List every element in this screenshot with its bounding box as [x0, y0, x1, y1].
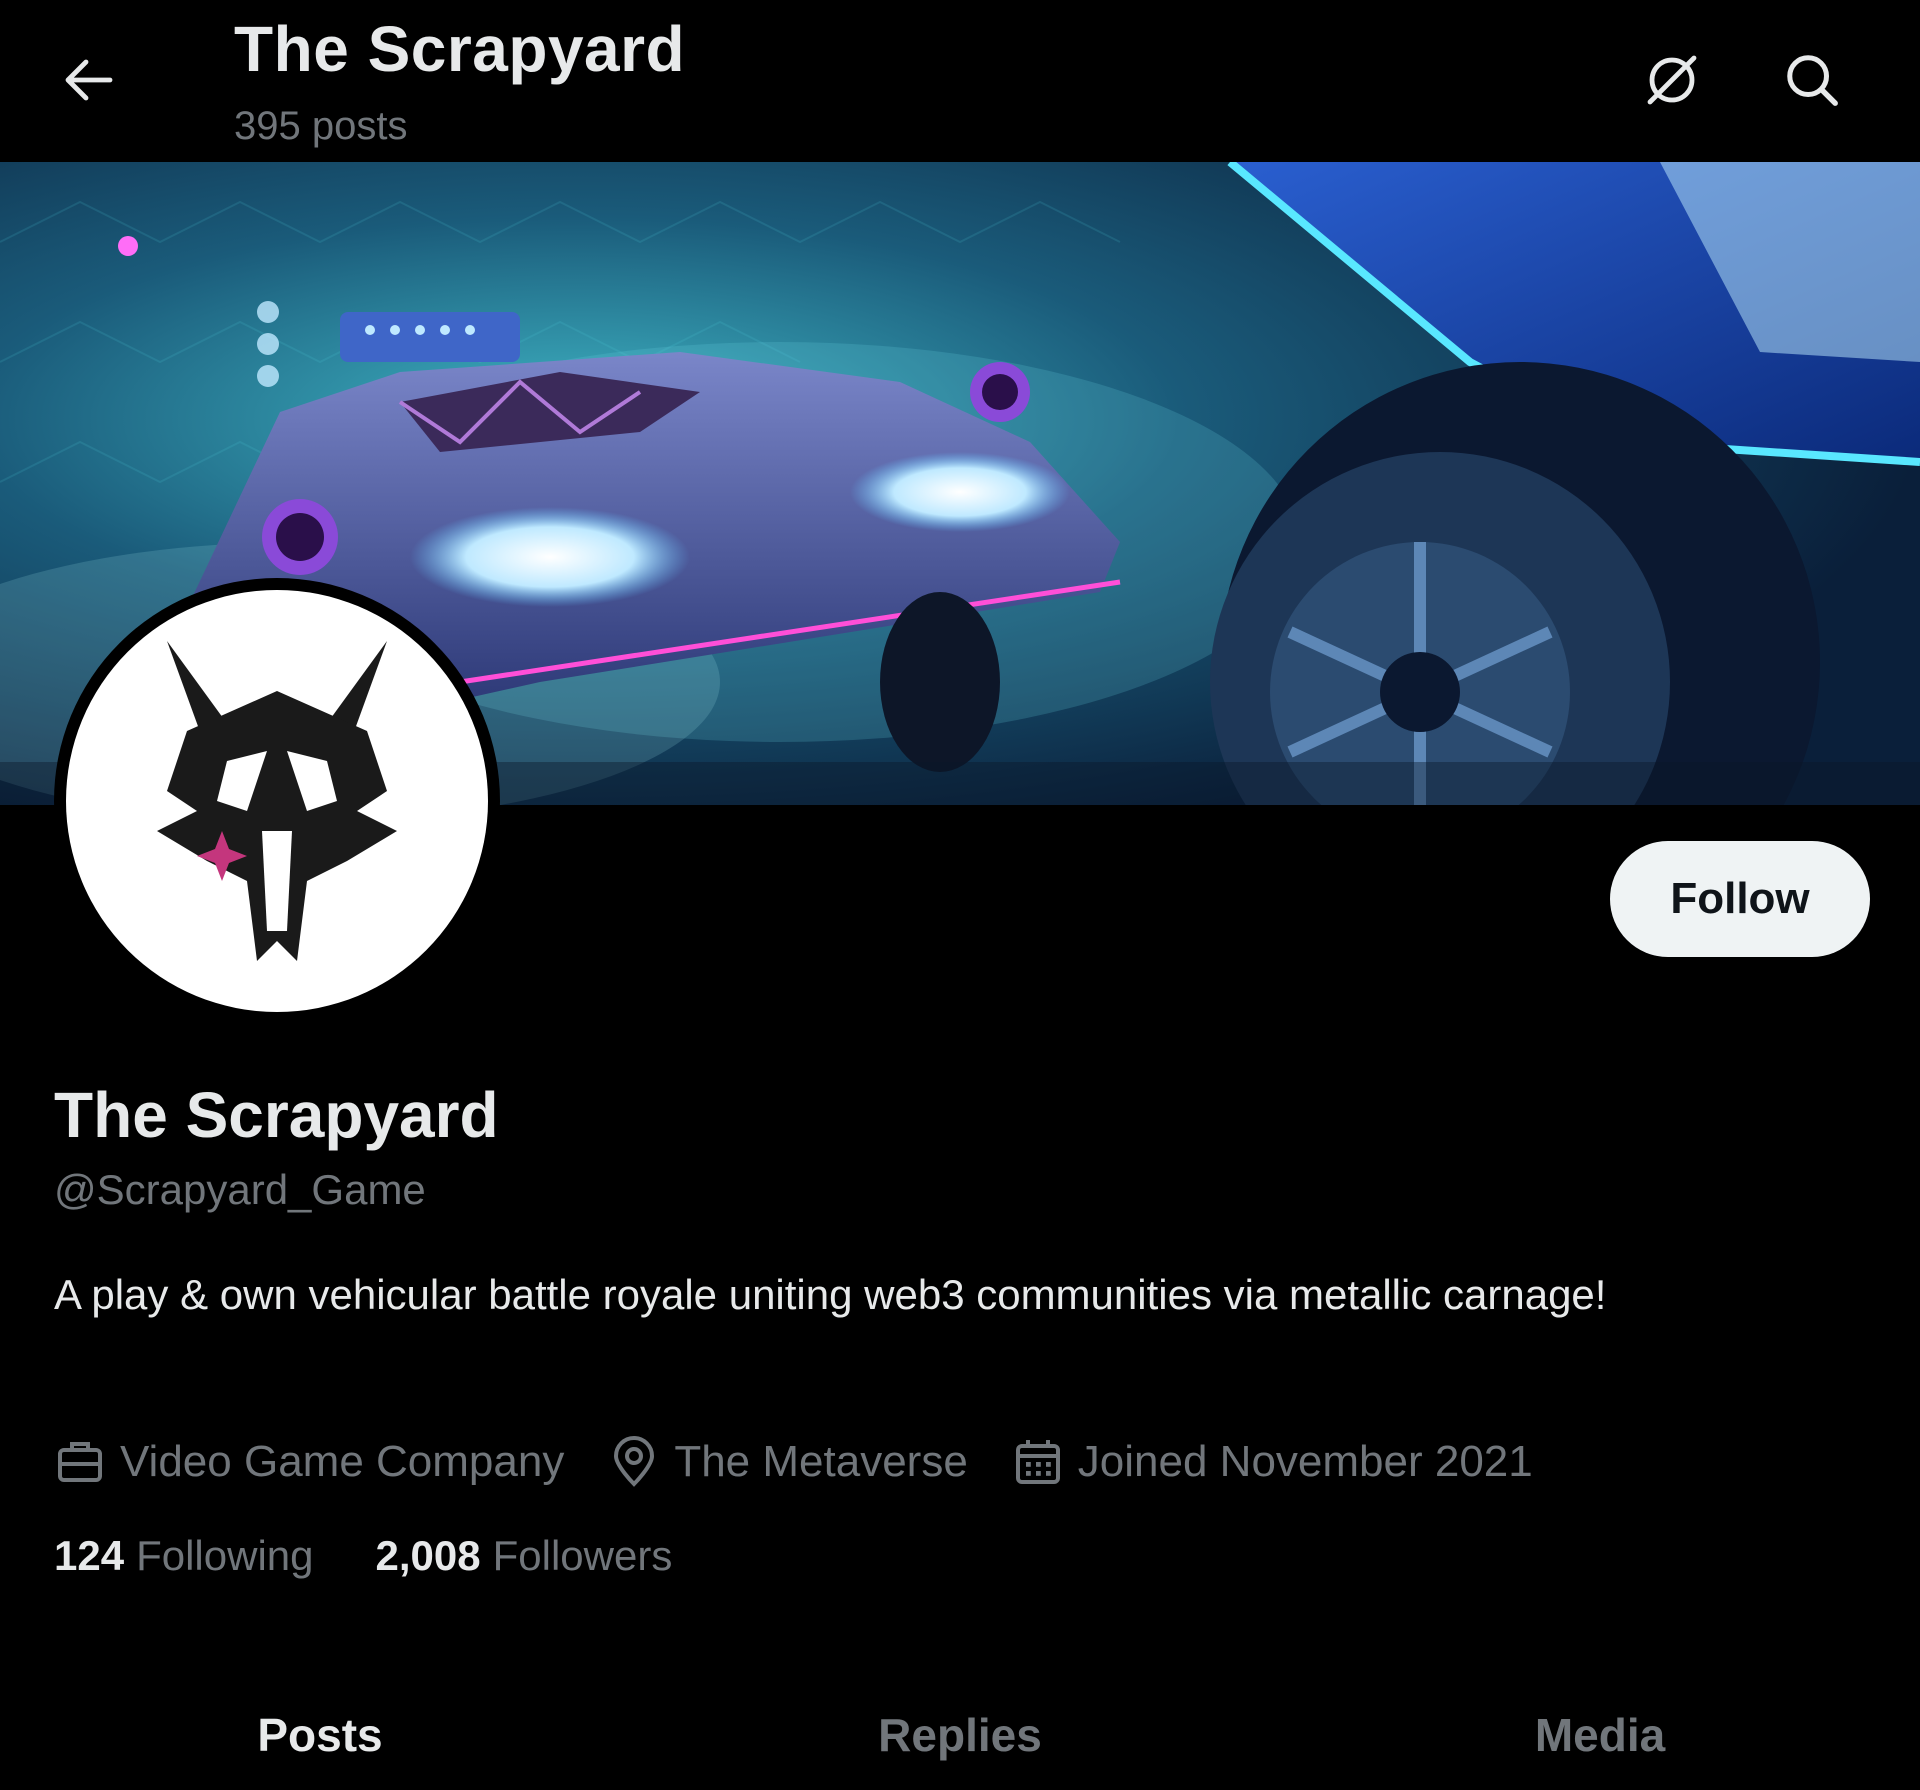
grok-icon	[1647, 55, 1697, 105]
profile-header: The Scrapyard 395 posts	[0, 0, 1920, 162]
briefcase-icon	[58, 1442, 102, 1482]
tab-media[interactable]: Media	[1280, 1680, 1920, 1790]
tab-replies[interactable]: Replies	[640, 1680, 1280, 1790]
profile-display-name: The Scrapyard	[54, 1079, 499, 1151]
location-pin-icon	[614, 1436, 655, 1487]
followers-count: 2,008	[375, 1532, 481, 1579]
grok-button[interactable]	[1640, 48, 1704, 112]
following-label: Following	[136, 1532, 314, 1579]
profile-stats: 124 Following 2,008 Followers	[54, 1532, 734, 1580]
following-link[interactable]: 124 Following	[54, 1532, 314, 1580]
profile-handle: @Scrapyard_Game	[54, 1166, 426, 1213]
arrow-left-icon	[65, 59, 113, 101]
profile-meta: Video Game Company The Metaverse Joined …	[54, 1430, 1577, 1494]
profile-bio: A play & own vehicular battle royale uni…	[54, 1271, 1607, 1318]
joined-label: Joined November 2021	[1077, 1437, 1533, 1486]
wolf-logo-icon	[157, 641, 397, 961]
back-button[interactable]	[58, 50, 118, 110]
profile-joined: Joined November 2021	[1012, 1436, 1533, 1488]
calendar-icon	[1015, 1440, 1060, 1484]
follow-button[interactable]: Follow	[1610, 841, 1870, 957]
post-count: 395 posts	[234, 104, 408, 148]
profile-category: Video Game Company	[54, 1436, 564, 1488]
location-label: The Metaverse	[674, 1437, 968, 1486]
profile-tabs: Posts Replies Media	[0, 1680, 1920, 1790]
search-button[interactable]	[1780, 48, 1844, 112]
followers-label: Followers	[492, 1532, 673, 1579]
following-count: 124	[54, 1532, 125, 1579]
category-label: Video Game Company	[120, 1437, 565, 1486]
followers-link[interactable]: 2,008 Followers	[376, 1532, 673, 1580]
header-title: The Scrapyard	[234, 13, 686, 85]
tab-posts[interactable]: Posts	[0, 1680, 640, 1790]
search-icon	[1787, 55, 1838, 106]
profile-location: The Metaverse	[608, 1436, 968, 1488]
profile-avatar[interactable]	[54, 578, 500, 1024]
